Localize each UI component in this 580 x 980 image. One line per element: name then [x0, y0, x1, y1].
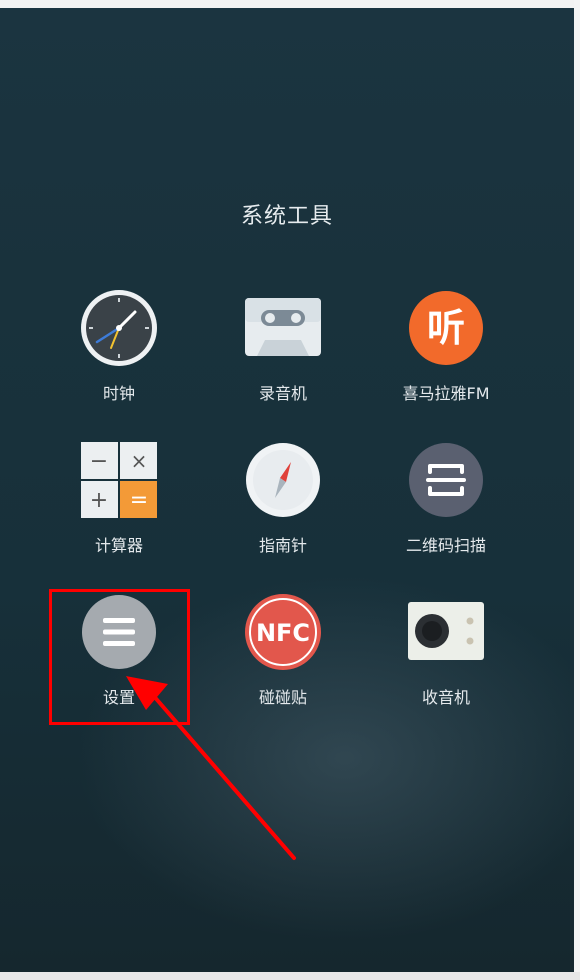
radio-icon	[406, 592, 486, 672]
app-radio[interactable]: 收音机	[371, 592, 521, 708]
compass-icon	[243, 440, 323, 520]
ximalaya-icon: 听	[406, 288, 486, 368]
app-calculator[interactable]: − × + = 计算器	[44, 440, 194, 556]
nfc-icon-text: NFC	[256, 619, 310, 647]
cassette-icon	[243, 288, 323, 368]
app-label: 收音机	[421, 688, 470, 707]
ximalaya-icon-text: 听	[427, 306, 465, 350]
app-clock[interactable]: 时钟	[44, 288, 194, 404]
clock-icon	[79, 288, 159, 368]
app-label: 录音机	[258, 384, 307, 403]
calc-key-minus: −	[90, 449, 108, 474]
nfc-icon: NFC	[243, 592, 323, 672]
calc-key-plus: +	[90, 488, 108, 513]
app-recorder[interactable]: 录音机	[208, 288, 358, 404]
app-label: 喜马拉雅FM	[402, 384, 490, 403]
top-edge	[0, 0, 580, 8]
calc-key-times: ×	[131, 449, 148, 473]
app-label: 时钟	[102, 384, 135, 403]
qr-scan-icon	[406, 440, 486, 520]
app-label: 指南针	[258, 536, 307, 555]
phone-screen: 系统工具 时钟 录音机 听 喜马拉雅FM − × + = 计算器 指南针 二维码…	[0, 0, 574, 972]
app-label: 计算器	[94, 536, 143, 555]
app-qr-scanner[interactable]: 二维码扫描	[371, 440, 521, 556]
calculator-icon: − × + =	[79, 440, 159, 520]
calc-key-equals: =	[130, 488, 148, 513]
right-edge	[574, 0, 580, 980]
app-ximalaya[interactable]: 听 喜马拉雅FM	[371, 288, 521, 404]
app-label: 碰碰贴	[258, 688, 307, 707]
folder-title: 系统工具	[240, 204, 333, 229]
app-nfc[interactable]: NFC 碰碰贴	[208, 592, 358, 708]
bottom-edge	[0, 972, 580, 980]
app-label: 二维码扫描	[405, 536, 486, 555]
app-compass[interactable]: 指南针	[208, 440, 358, 556]
highlight-box	[49, 589, 190, 725]
